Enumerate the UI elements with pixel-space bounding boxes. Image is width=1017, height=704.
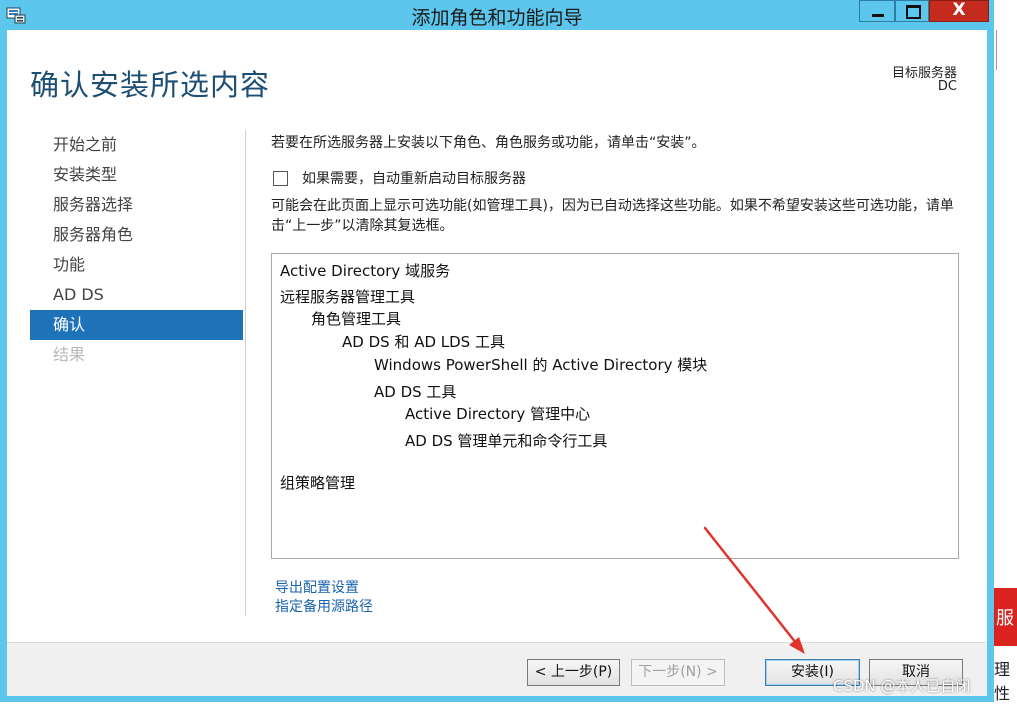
feature-ad-ds-lds-tools: AD DS 和 AD LDS 工具 (342, 333, 505, 351)
feature-role-admin-tools: 角色管理工具 (311, 310, 402, 328)
watermark-text: CSDN @本人已自闭 (833, 677, 971, 695)
intro-text: 若要在所选服务器上安装以下角色、角色服务或功能，请单击“安装”。 (271, 135, 706, 151)
page-title: 确认安装所选内容 (30, 68, 271, 102)
optional-features-info: 可能会在此页面上显示可选功能(如管理工具)，因为已自动选择这些功能。如果不希望安… (271, 198, 954, 234)
minimize-button[interactable] (859, 0, 895, 22)
maximize-button[interactable] (895, 0, 929, 22)
restart-checkbox-label: 如果需要，自动重新启动目标服务器 (302, 171, 526, 187)
window-title: 添加角色和功能向导 (411, 7, 583, 29)
background-red-text: 服 (996, 608, 1014, 629)
feature-ad-powershell-module: Windows PowerShell 的 Active Directory 模块 (374, 356, 708, 374)
nav-divider (245, 130, 246, 616)
feature-ad-admin-center: Active Directory 管理中心 (405, 405, 591, 423)
feature-list[interactable]: Active Directory 域服务 远程服务器管理工具 角色管理工具 AD… (271, 253, 959, 559)
feature-ad-ds-tools: AD DS 工具 (374, 383, 457, 401)
wizard-nav: 开始之前 安装类型 服务器选择 服务器角色 功能 AD DS 确认 结果 (30, 130, 243, 370)
nav-item-before-you-begin[interactable]: 开始之前 (30, 130, 243, 160)
maximize-icon (906, 5, 921, 19)
feature-group-policy-management: 组策略管理 (280, 474, 356, 492)
nav-item-ad-ds[interactable]: AD DS (30, 280, 243, 310)
export-config-link[interactable]: 导出配置设置 (275, 577, 359, 597)
nav-item-features[interactable]: 功能 (30, 250, 243, 280)
alternate-source-link[interactable]: 指定备用源路径 (275, 596, 373, 616)
title-bar[interactable]: 添加角色和功能向导 X (0, 0, 994, 30)
background-window-strip: 服 理性 (994, 0, 1017, 703)
nav-item-server-roles[interactable]: 服务器角色 (30, 220, 243, 250)
previous-button[interactable]: < 上一步(P) (527, 659, 620, 686)
feature-ad-domain-services: Active Directory 域服务 (280, 262, 451, 280)
nav-item-server-selection[interactable]: 服务器选择 (30, 190, 243, 220)
wizard-client-area: 确认安装所选内容 目标服务器 DC 开始之前 安装类型 服务器选择 服务器角色 … (7, 30, 987, 696)
restart-checkbox[interactable] (273, 170, 288, 186)
close-button[interactable]: X (929, 0, 989, 22)
target-server-name: DC (937, 79, 957, 94)
background-side-text: 理性 (994, 660, 1011, 703)
window-frame: 添加角色和功能向导 X 确认安装所选内容 目标服务器 DC 开始之前 安装类型 … (0, 0, 994, 702)
feature-ad-ds-snapins: AD DS 管理单元和命令行工具 (405, 432, 608, 450)
nav-item-installation-type[interactable]: 安装类型 (30, 160, 243, 190)
restart-option[interactable]: 如果需要，自动重新启动目标服务器 (273, 168, 526, 188)
next-button[interactable]: 下一步(N) > (631, 659, 725, 686)
nav-item-results: 结果 (53, 345, 86, 364)
feature-rsat: 远程服务器管理工具 (280, 288, 416, 306)
close-icon: X (952, 0, 966, 20)
background-divider (996, 30, 997, 70)
minimize-icon (872, 14, 884, 17)
nav-item-confirmation[interactable]: 确认 (30, 310, 243, 340)
